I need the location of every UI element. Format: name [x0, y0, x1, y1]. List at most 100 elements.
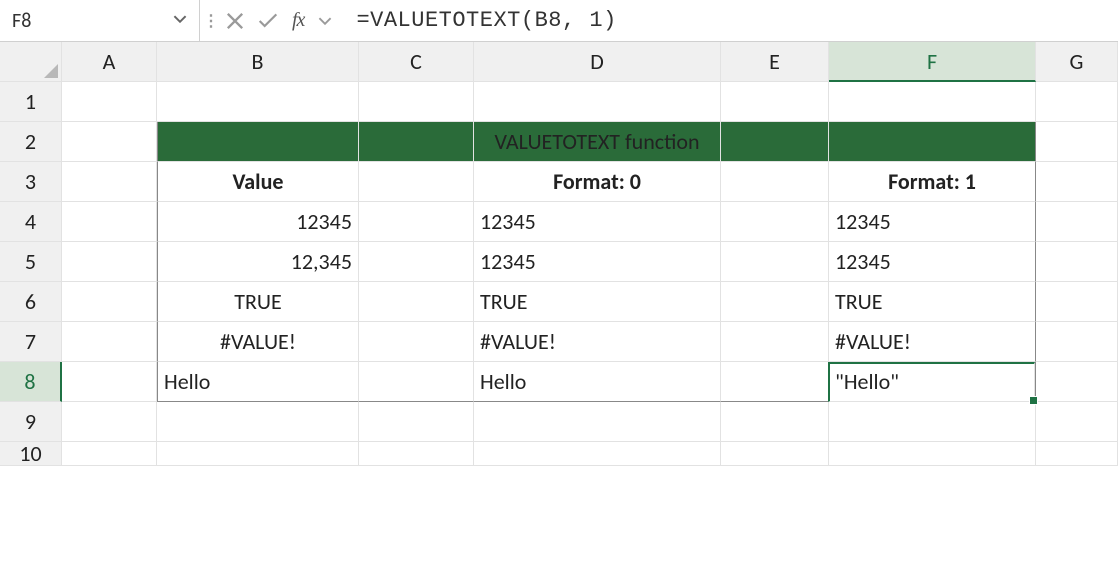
cell-b4[interactable]: 12345 [157, 202, 359, 242]
cell-b9[interactable] [157, 402, 359, 442]
row-header-10[interactable]: 10 [0, 442, 62, 466]
cell-f9[interactable] [829, 402, 1036, 442]
cell-a10[interactable] [62, 442, 157, 466]
cell-f7[interactable]: #VALUE! [829, 322, 1036, 362]
cell-g2[interactable] [1036, 122, 1118, 162]
cell-f10[interactable] [829, 442, 1036, 466]
cell-e10[interactable] [721, 442, 829, 466]
cell-d4[interactable]: 12345 [474, 202, 721, 242]
cell-g7[interactable] [1036, 322, 1118, 362]
row-header-3[interactable]: 3 [0, 162, 62, 202]
fx-icon[interactable]: fx [292, 9, 304, 32]
cell-d1[interactable] [474, 82, 721, 122]
cell-g1[interactable] [1036, 82, 1118, 122]
cell-a6[interactable] [62, 282, 157, 322]
header-format0: Format: 0 [553, 168, 641, 195]
cell-g8[interactable] [1036, 362, 1118, 402]
cell-d9[interactable] [474, 402, 721, 442]
cell-c8[interactable] [359, 362, 474, 402]
cell-d5[interactable]: 12345 [474, 242, 721, 282]
cell-c5[interactable] [359, 242, 474, 282]
chevron-down-icon[interactable] [173, 12, 187, 30]
col-header-g[interactable]: G [1036, 42, 1118, 82]
cell-c9[interactable] [359, 402, 474, 442]
cell-f4[interactable]: 12345 [829, 202, 1036, 242]
cell-d8[interactable]: Hello [474, 362, 721, 402]
cell-e3[interactable] [721, 162, 829, 202]
cell-e8[interactable] [721, 362, 829, 402]
cell-b10[interactable] [157, 442, 359, 466]
cell-b2[interactable] [157, 122, 359, 162]
name-box[interactable]: F8 [0, 0, 200, 41]
col-header-e[interactable]: E [721, 42, 829, 82]
row-header-7[interactable]: 7 [0, 322, 62, 362]
cell-d6[interactable]: TRUE [474, 282, 721, 322]
cell-e9[interactable] [721, 402, 829, 442]
chevron-down-icon[interactable] [318, 14, 332, 28]
row-header-5[interactable]: 5 [0, 242, 62, 282]
cell-a4[interactable] [62, 202, 157, 242]
cancel-icon[interactable] [226, 12, 244, 30]
cell-f6[interactable]: TRUE [829, 282, 1036, 322]
col-header-b[interactable]: B [157, 42, 359, 82]
row-header-6[interactable]: 6 [0, 282, 62, 322]
row-header-4[interactable]: 4 [0, 202, 62, 242]
row-header-1[interactable]: 1 [0, 82, 62, 122]
cell-a9[interactable] [62, 402, 157, 442]
cell-b5[interactable]: 12,345 [157, 242, 359, 282]
title-text: VALUETOTEXT function [494, 128, 699, 155]
row-header-9[interactable]: 9 [0, 402, 62, 442]
cell-d2[interactable]: VALUETOTEXT function [474, 122, 721, 162]
cell-f1[interactable] [829, 82, 1036, 122]
cell-a3[interactable] [62, 162, 157, 202]
col-header-c[interactable]: C [359, 42, 474, 82]
grip-icon: ⋮ [200, 0, 222, 41]
cell-g10[interactable] [1036, 442, 1118, 466]
cell-b8[interactable]: Hello [157, 362, 359, 402]
cell-c1[interactable] [359, 82, 474, 122]
cell-a7[interactable] [62, 322, 157, 362]
row-header-2[interactable]: 2 [0, 122, 62, 162]
cell-f5[interactable]: 12345 [829, 242, 1036, 282]
cell-a8[interactable] [62, 362, 157, 402]
cell-e2[interactable] [721, 122, 829, 162]
row-header-8[interactable]: 8 [0, 362, 62, 402]
formula-input[interactable]: =VALUETOTEXT(B8, 1) [342, 0, 1118, 41]
cell-c2[interactable] [359, 122, 474, 162]
cell-c3[interactable] [359, 162, 474, 202]
cell-g4[interactable] [1036, 202, 1118, 242]
col-header-a[interactable]: A [62, 42, 157, 82]
cell-b1[interactable] [157, 82, 359, 122]
col-header-f[interactable]: F [829, 42, 1036, 82]
cell-c6[interactable] [359, 282, 474, 322]
cell-c7[interactable] [359, 322, 474, 362]
cell-d7[interactable]: #VALUE! [474, 322, 721, 362]
cell-g9[interactable] [1036, 402, 1118, 442]
cell-a1[interactable] [62, 82, 157, 122]
cell-f8[interactable]: "Hello" [829, 362, 1036, 402]
cell-a5[interactable] [62, 242, 157, 282]
cell-e1[interactable] [721, 82, 829, 122]
cell-c4[interactable] [359, 202, 474, 242]
enter-icon[interactable] [258, 12, 278, 30]
cell-g5[interactable] [1036, 242, 1118, 282]
cell-a2[interactable] [62, 122, 157, 162]
cell-e7[interactable] [721, 322, 829, 362]
cell-b3[interactable]: Value [157, 162, 359, 202]
cell-f2[interactable] [829, 122, 1036, 162]
cell-b6[interactable]: TRUE [157, 282, 359, 322]
select-all-corner[interactable] [0, 42, 62, 82]
cell-d3[interactable]: Format: 0 [474, 162, 721, 202]
col-header-d[interactable]: D [474, 42, 721, 82]
cell-g3[interactable] [1036, 162, 1118, 202]
cell-value: 12345 [296, 208, 352, 235]
cell-e5[interactable] [721, 242, 829, 282]
cell-d10[interactable] [474, 442, 721, 466]
cell-f3[interactable]: Format: 1 [829, 162, 1036, 202]
cell-b7[interactable]: #VALUE! [157, 322, 359, 362]
cell-g6[interactable] [1036, 282, 1118, 322]
spreadsheet-grid[interactable]: A B C D E F G 1 2 VALUETOTEXT function 3… [0, 42, 1118, 482]
cell-c10[interactable] [359, 442, 474, 466]
cell-e4[interactable] [721, 202, 829, 242]
cell-e6[interactable] [721, 282, 829, 322]
